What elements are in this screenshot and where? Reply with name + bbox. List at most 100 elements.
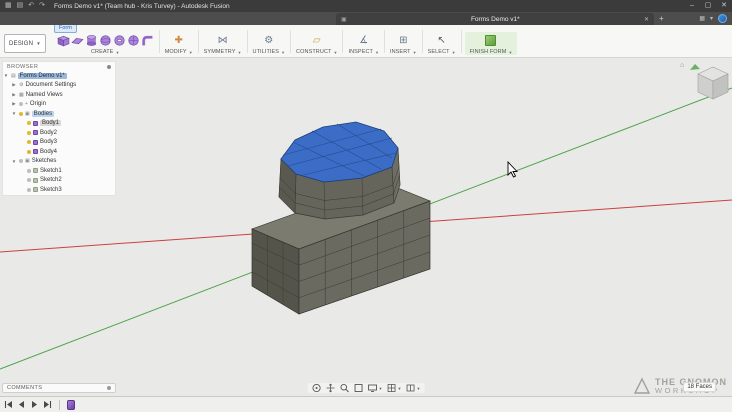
chevron-down-icon: ▼ bbox=[333, 49, 338, 55]
select-group-label[interactable]: SELECT bbox=[428, 49, 450, 55]
display-settings-icon[interactable]: ▼ bbox=[368, 383, 383, 393]
grid-snaps-icon[interactable]: ▼ bbox=[387, 383, 401, 393]
collapse-arrow-icon[interactable]: ▼ bbox=[11, 111, 17, 116]
browser-item-sketches[interactable]: ▼ ▣ Sketches bbox=[3, 157, 115, 167]
file-menu-icon[interactable]: ▤ bbox=[17, 0, 24, 12]
browser-item-bodies[interactable]: ▼ ▣ Bodies bbox=[3, 109, 115, 119]
workspace-switcher[interactable]: DESIGN ▼ bbox=[4, 34, 46, 53]
finish-form-button[interactable]: FINISH FORM ▼ bbox=[464, 32, 518, 55]
zoom-icon[interactable] bbox=[340, 383, 350, 393]
visibility-bulb-icon[interactable] bbox=[27, 130, 31, 135]
comments-bar[interactable]: COMMENTS bbox=[2, 383, 116, 393]
visibility-bulb-icon[interactable] bbox=[27, 121, 31, 126]
close-button[interactable]: ✕ bbox=[716, 0, 732, 12]
collapse-arrow-icon[interactable]: ▼ bbox=[3, 73, 9, 78]
browser-item-sketch3[interactable]: Sketch3 bbox=[3, 185, 115, 195]
cylinder-primitive-icon[interactable] bbox=[85, 34, 98, 47]
visibility-bulb-icon[interactable] bbox=[19, 111, 23, 116]
browser-root-row[interactable]: ▼ ▤ Forms Demo v1* bbox=[3, 71, 115, 81]
gnomon-logo-icon bbox=[633, 377, 651, 394]
data-panel-icon[interactable]: ▦ bbox=[5, 0, 12, 12]
select-cursor-icon[interactable]: ↖ bbox=[437, 34, 445, 47]
view-cube-graphic[interactable] bbox=[680, 60, 730, 106]
comments-toggle-icon[interactable] bbox=[107, 386, 111, 390]
insert-group-label[interactable]: INSERT bbox=[390, 49, 411, 55]
ribbon-toolbar: Form DESIGN ▼ CREATE ▼ ✚ MODIFY ▼ ⋈ SYMM… bbox=[0, 25, 732, 58]
tab-close-icon[interactable]: ✕ bbox=[644, 16, 649, 23]
browser-item-named-views[interactable]: ▶ ▦ Named Views bbox=[3, 90, 115, 100]
browser-item-document-settings[interactable]: ▶ ⚙ Document Settings bbox=[3, 81, 115, 91]
title-bar: ▦ ▤ ↶ ↷ Forms Demo v1* (Team hub - Kris … bbox=[0, 0, 732, 12]
browser-item-body3[interactable]: Body3 bbox=[3, 138, 115, 148]
inspect-group-label[interactable]: INSPECT bbox=[348, 49, 373, 55]
notifications-icon[interactable]: ▾ bbox=[710, 15, 713, 22]
home-view-icon[interactable]: ⌂ bbox=[680, 62, 684, 69]
browser-item-body2[interactable]: Body2 bbox=[3, 128, 115, 138]
mouse-cursor bbox=[507, 160, 519, 178]
viewport-nav-toolbar: ▼ ▼ ▼ bbox=[307, 383, 425, 393]
browser-panel: BROWSER ▼ ▤ Forms Demo v1* ▶ ⚙ Document … bbox=[2, 61, 116, 196]
browser-root-label[interactable]: Forms Demo v1* bbox=[17, 72, 67, 79]
utilities-group-label[interactable]: UTILITIES bbox=[253, 49, 280, 55]
pipe-primitive-icon[interactable] bbox=[141, 34, 154, 47]
timeline-play-icon[interactable] bbox=[30, 400, 39, 409]
construct-plane-icon[interactable]: ▱ bbox=[313, 34, 321, 47]
box-primitive-icon[interactable] bbox=[56, 34, 70, 47]
timeline-step-back-icon[interactable] bbox=[17, 400, 26, 409]
browser-item-body4[interactable]: Body4 bbox=[3, 147, 115, 157]
inspect-measure-icon[interactable]: ∡ bbox=[359, 34, 368, 47]
3d-viewport[interactable]: ⌂ BROWSER ▼ ▤ Forms Demo v1* ▶ ⚙ Documen… bbox=[0, 58, 732, 396]
edit-form-icon[interactable]: ✚ bbox=[174, 34, 182, 47]
view-cube[interactable]: ⌂ bbox=[680, 60, 730, 106]
collapse-arrow-icon[interactable]: ▼ bbox=[11, 159, 17, 164]
construct-group-label[interactable]: CONSTRUCT bbox=[296, 49, 331, 55]
torus-primitive-icon[interactable] bbox=[113, 34, 126, 47]
expand-arrow-icon[interactable]: ▶ bbox=[11, 92, 17, 98]
sphere-primitive-icon[interactable] bbox=[99, 34, 112, 47]
plane-primitive-icon[interactable] bbox=[71, 34, 84, 47]
modify-group-label[interactable]: MODIFY bbox=[165, 49, 187, 55]
insert-icon[interactable]: ⊞ bbox=[399, 34, 407, 47]
timeline-form-feature-marker[interactable] bbox=[67, 399, 75, 410]
symmetry-icon[interactable]: ⋈ bbox=[218, 34, 228, 47]
create-group-label[interactable]: CREATE bbox=[91, 49, 114, 55]
sketch-icon bbox=[33, 177, 38, 183]
minimize-button[interactable]: – bbox=[684, 0, 700, 12]
folder-icon: ▣ bbox=[25, 158, 30, 165]
browser-item-sketch1[interactable]: Sketch1 bbox=[3, 166, 115, 176]
orbit-icon[interactable] bbox=[312, 383, 322, 393]
browser-item-sketch2[interactable]: Sketch2 bbox=[3, 176, 115, 186]
browser-item-origin[interactable]: ▶ + Origin bbox=[3, 100, 115, 110]
form-body-icon bbox=[33, 130, 38, 136]
utilities-gear-icon[interactable]: ⚙ bbox=[264, 34, 273, 47]
chevron-down-icon: ▼ bbox=[451, 49, 456, 55]
browser-options-icon[interactable] bbox=[107, 64, 111, 69]
visibility-bulb-icon[interactable] bbox=[19, 102, 23, 107]
timeline-skip-end-icon[interactable] bbox=[43, 400, 52, 409]
finish-form-label: FINISH FORM bbox=[469, 49, 507, 55]
visibility-bulb-icon[interactable] bbox=[27, 178, 31, 183]
viewport-layout-icon[interactable]: ▼ bbox=[405, 383, 420, 393]
symmetry-group-label[interactable]: SYMMETRY bbox=[204, 49, 236, 55]
new-tab-button[interactable]: + bbox=[654, 13, 669, 25]
visibility-bulb-icon[interactable] bbox=[19, 159, 23, 164]
maximize-button[interactable]: ▢ bbox=[700, 0, 716, 12]
visibility-bulb-icon[interactable] bbox=[27, 168, 31, 173]
quadball-primitive-icon[interactable] bbox=[127, 34, 140, 47]
ribbon-group-utilities: ⚙ UTILITIES ▼ bbox=[249, 33, 290, 55]
visibility-bulb-icon[interactable] bbox=[27, 187, 31, 192]
user-avatar[interactable] bbox=[718, 14, 727, 23]
extensions-icon[interactable]: ▦ bbox=[699, 15, 705, 22]
document-tab[interactable]: ▣ Forms Demo v1* ✕ bbox=[336, 13, 654, 25]
visibility-bulb-icon[interactable] bbox=[27, 149, 31, 154]
redo-icon[interactable]: ↷ bbox=[39, 0, 45, 12]
pan-icon[interactable] bbox=[326, 383, 336, 393]
timeline-skip-start-icon[interactable] bbox=[4, 400, 13, 409]
visibility-bulb-icon[interactable] bbox=[27, 140, 31, 145]
browser-item-body1[interactable]: Body1 bbox=[3, 119, 115, 129]
fit-view-icon[interactable] bbox=[354, 383, 364, 393]
form-context-tab[interactable]: Form bbox=[54, 25, 77, 33]
undo-icon[interactable]: ↶ bbox=[28, 0, 34, 12]
expand-arrow-icon[interactable]: ▶ bbox=[11, 101, 17, 107]
expand-arrow-icon[interactable]: ▶ bbox=[11, 82, 17, 88]
